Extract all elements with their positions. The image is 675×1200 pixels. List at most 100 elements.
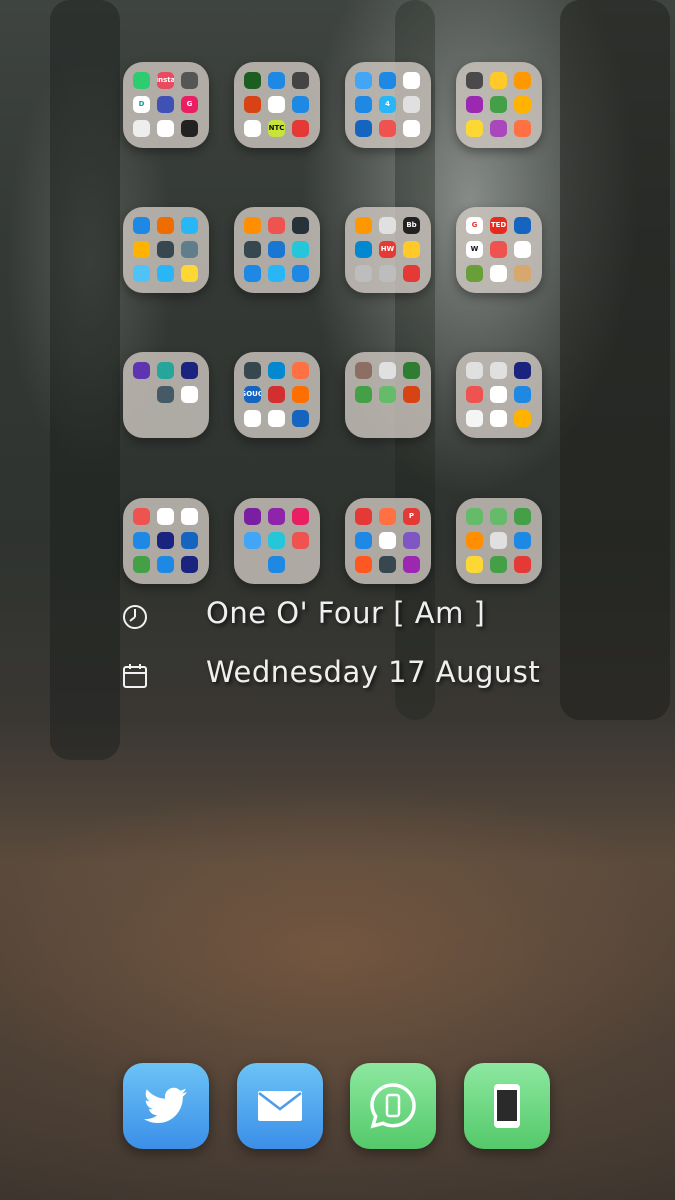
folder-app-icon — [355, 217, 372, 234]
folder-app-icon — [157, 508, 174, 525]
tree-trunk-left — [50, 0, 120, 760]
folder-app-icon — [244, 72, 261, 89]
folder-app-icon — [403, 556, 420, 573]
folder-app-icon — [268, 265, 285, 282]
folder-app-icon — [181, 532, 198, 549]
folder-app-icon — [490, 241, 507, 258]
folder-app-icon — [157, 410, 174, 427]
folder-app-icon — [181, 362, 198, 379]
folder-app-icon — [268, 72, 285, 89]
folder-app-icon — [244, 217, 261, 234]
folder-app-icon — [268, 508, 285, 525]
envelope-icon — [258, 1091, 302, 1121]
folder-app-icon — [490, 362, 507, 379]
folder-app-icon — [379, 410, 396, 427]
folder-app-icon: G — [466, 217, 483, 234]
folder-app-icon — [292, 508, 309, 525]
folder-app-icon — [133, 120, 150, 137]
folder-app-icon — [292, 241, 309, 258]
folder-app-icon — [292, 96, 309, 113]
folder-15[interactable]: P — [345, 498, 431, 584]
folder-app-icon — [355, 508, 372, 525]
folder-app-icon — [133, 410, 150, 427]
folder-8[interactable]: G TED W — [456, 207, 542, 293]
folder-app-icon — [466, 265, 483, 282]
folder-app-icon — [244, 362, 261, 379]
folder-app-icon — [157, 96, 174, 113]
folder-app-icon — [244, 532, 261, 549]
folder-3[interactable]: 4 — [345, 62, 431, 148]
time-text: One O' Four [ Am ] — [206, 596, 486, 630]
folder-app-icon — [490, 556, 507, 573]
folder-app-icon — [268, 217, 285, 234]
folder-7[interactable]: Bb HW — [345, 207, 431, 293]
folder-app-icon — [403, 241, 420, 258]
folder-6[interactable] — [234, 207, 320, 293]
folder-app-icon — [244, 241, 261, 258]
folder-app-icon — [244, 410, 261, 427]
calendar-icon — [123, 664, 147, 688]
folder-app-icon — [379, 556, 396, 573]
folder-app-icon — [403, 362, 420, 379]
folder-app-icon — [514, 386, 531, 403]
folder-app-icon: NTC — [268, 120, 285, 137]
folder-app-icon — [133, 265, 150, 282]
folder-app-icon — [292, 72, 309, 89]
folder-9[interactable] — [123, 352, 209, 438]
folder-app-icon: HW — [379, 241, 396, 258]
folder-app-icon — [157, 532, 174, 549]
folder-app-icon — [514, 410, 531, 427]
folder-16[interactable] — [456, 498, 542, 584]
phone-app[interactable] — [464, 1063, 550, 1149]
folder-app-icon — [292, 410, 309, 427]
whatsapp-app[interactable] — [350, 1063, 436, 1149]
folder-app-icon — [268, 410, 285, 427]
folder-app-icon — [244, 96, 261, 113]
folder-2[interactable]: NTC — [234, 62, 320, 148]
folder-app-icon — [355, 72, 372, 89]
folder-app-icon — [466, 556, 483, 573]
folder-app-icon — [268, 362, 285, 379]
folder-app-icon — [157, 386, 174, 403]
folder-app-icon: Bb — [403, 217, 420, 234]
folder-app-icon — [490, 72, 507, 89]
folder-14[interactable] — [234, 498, 320, 584]
folder-app-icon — [157, 265, 174, 282]
folder-app-icon: G — [181, 96, 198, 113]
folder-app-icon — [355, 362, 372, 379]
folder-app-icon — [466, 96, 483, 113]
folder-app-icon — [379, 72, 396, 89]
folder-1[interactable]: insta D G — [123, 62, 209, 148]
folder-11[interactable] — [345, 352, 431, 438]
folder-5[interactable] — [123, 207, 209, 293]
twitter-app[interactable] — [123, 1063, 209, 1149]
folder-app-icon — [514, 508, 531, 525]
folder-app-icon — [292, 217, 309, 234]
folder-app-icon — [355, 556, 372, 573]
folder-13[interactable] — [123, 498, 209, 584]
folder-app-icon — [292, 265, 309, 282]
folder-app-icon: P — [403, 508, 420, 525]
folder-app-icon: D — [133, 96, 150, 113]
folder-app-icon — [133, 556, 150, 573]
folder-4[interactable] — [456, 62, 542, 148]
folder-app-icon — [133, 532, 150, 549]
folder-app-icon — [514, 265, 531, 282]
folder-app-icon — [514, 217, 531, 234]
mail-app[interactable] — [237, 1063, 323, 1149]
folder-app-icon — [379, 508, 396, 525]
folder-app-icon — [514, 72, 531, 89]
folder-app-icon — [490, 410, 507, 427]
folder-app-icon — [355, 96, 372, 113]
folder-app-icon: W — [466, 241, 483, 258]
folder-app-icon — [355, 241, 372, 258]
folder-10[interactable]: SOUQ — [234, 352, 320, 438]
folder-app-icon — [490, 120, 507, 137]
folder-app-icon — [403, 532, 420, 549]
date-widget: Wednesday 17 August — [120, 655, 600, 695]
folder-12[interactable] — [456, 352, 542, 438]
folder-app-icon: insta — [157, 72, 174, 89]
time-widget: One O' Four [ Am ] — [120, 596, 600, 636]
folder-app-icon — [181, 72, 198, 89]
folder-app-icon — [379, 120, 396, 137]
